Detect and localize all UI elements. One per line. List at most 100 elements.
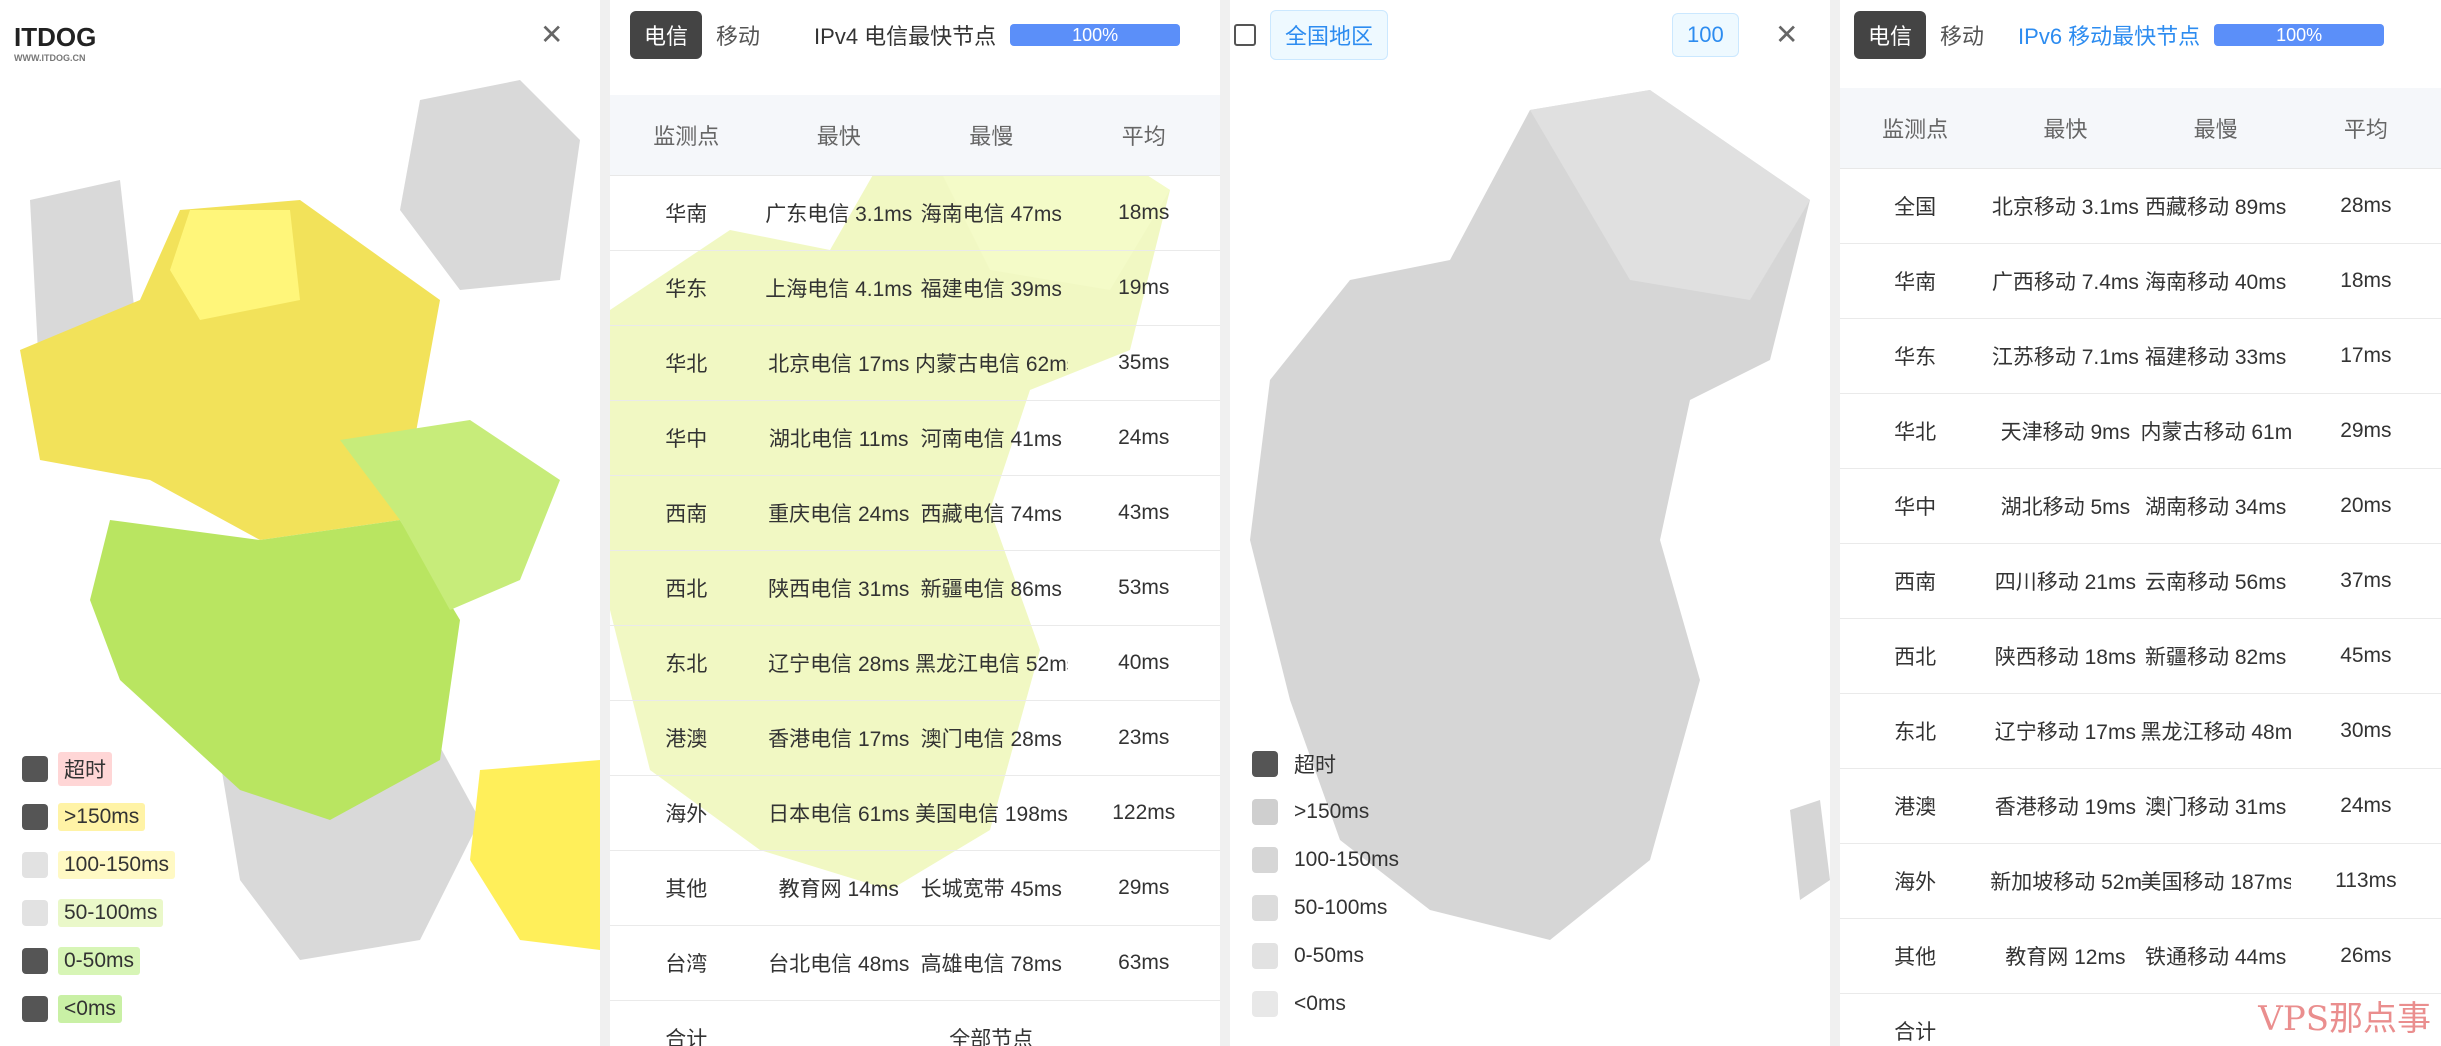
table-cell: 37ms [2340, 569, 2392, 592]
isp-select[interactable]: IPv4 电信最快节点 [814, 19, 996, 51]
table-cell: 华南 [1894, 271, 1937, 294]
logo: ITDOG WWW.ITDOG.CN [14, 22, 96, 63]
table-cell: 17ms [2340, 344, 2392, 367]
table-row[interactable]: 港澳 香港电信 17ms 澳门电信 28ms 23ms [610, 701, 1220, 776]
map-legend: 超时 >150ms 100-150ms 50-100ms 0-50ms <0ms [22, 745, 176, 1033]
table-row[interactable]: 港澳 香港移动 19ms 澳门移动 31ms 24ms [1840, 769, 2441, 844]
table-cell: 内蒙古移动 61ms [2140, 421, 2291, 444]
tab-telecom[interactable]: 电信 [630, 11, 703, 59]
table-cell: 北京电信 17ms [768, 353, 910, 376]
table-row[interactable]: 华中 湖北电信 11ms 河南电信 41ms 24ms [610, 401, 1220, 476]
table-row[interactable]: 华中 湖北移动 5ms 湖南移动 34ms 20ms [1840, 469, 2441, 544]
column-header[interactable]: 平均 [1068, 119, 1221, 151]
region-selector[interactable]: 全国地区 [1270, 10, 1389, 60]
table-cell: 35ms [1118, 351, 1170, 374]
legend-swatch [22, 804, 48, 830]
column-header[interactable]: 最慢 [915, 119, 1068, 151]
table-row[interactable]: 华南 广西移动 7.4ms 海南移动 40ms 18ms [1840, 244, 2441, 319]
tab-mobile[interactable]: 移动 [716, 19, 760, 51]
legend-label: 超时 [58, 752, 112, 786]
table-row[interactable]: 华南 广东电信 3.1ms 海南电信 47ms 18ms [610, 176, 1220, 251]
table-cell: 陕西电信 31ms [768, 578, 910, 601]
isp-select[interactable]: IPv6 移动最快节点 [2018, 19, 2200, 51]
table-row[interactable]: 其他 教育网 14ms 长城宽带 45ms 29ms [610, 851, 1220, 926]
table-cell: 台湾 [665, 953, 708, 976]
map-legend: 超时 >150ms 100-150ms 50-100ms 0-50ms <0ms [1252, 740, 1405, 1028]
table-cell: 湖南移动 34ms [2145, 496, 2287, 519]
map-toolbar: 全国地区 100 [1230, 0, 1830, 70]
table-cell: 24ms [2340, 794, 2392, 817]
table-row[interactable]: 其他 教育网 12ms 铁通移动 44ms 26ms [1840, 919, 2441, 994]
table-row[interactable]: 西南 四川移动 21ms 云南移动 56ms 37ms [1840, 544, 2441, 619]
close-icon[interactable]: ✕ [540, 18, 563, 51]
legend-swatch [22, 996, 48, 1022]
table-cell: 黑龙江移动 48ms [2140, 721, 2291, 744]
table-cell: 18ms [2340, 269, 2392, 292]
panel-divider [600, 0, 610, 1046]
table-body: 全国 北京移动 3.1ms 西藏移动 89ms 28ms 华南 广西移动 7.4ms 海南移… [1840, 169, 2441, 994]
legend-item: >150ms [22, 793, 175, 841]
tab-mobile[interactable]: 移动 [1940, 19, 1984, 51]
legend-swatch [1252, 847, 1278, 873]
table-row[interactable]: 西南 重庆电信 24ms 西藏电信 74ms 43ms [610, 476, 1220, 551]
table-cell: 重庆电信 24ms [768, 503, 910, 526]
table-row[interactable]: 华北 北京电信 17ms 内蒙古电信 62ms 35ms [610, 326, 1220, 401]
close-icon[interactable]: ✕ [1775, 18, 1798, 51]
table-cell: 美国电信 198ms [915, 803, 1068, 826]
column-header[interactable]: 监测点 [1840, 112, 1990, 144]
column-header[interactable]: 最快 [763, 119, 916, 151]
table-cell: 河南电信 41ms [920, 428, 1062, 451]
table-cell: 华北 [1894, 421, 1937, 444]
table-cell: 西藏移动 89ms [2145, 196, 2287, 219]
table-row[interactable]: 海外 日本电信 61ms 美国电信 198ms 122ms [610, 776, 1220, 851]
progress-bar: 100% [1010, 24, 1181, 46]
table-cell: 53ms [1118, 576, 1170, 599]
table-cell: 福建移动 33ms [2145, 346, 2287, 369]
table-cell: 广东电信 3.1ms [765, 203, 913, 226]
table-row[interactable]: 海外 新加坡移动 52ms 美国移动 187ms 113ms [1840, 844, 2441, 919]
table-cell: 43ms [1118, 501, 1170, 524]
table-row[interactable]: 全国 北京移动 3.1ms 西藏移动 89ms 28ms [1840, 169, 2441, 244]
table-cell: 西北 [1894, 646, 1937, 669]
column-header[interactable]: 最快 [1990, 112, 2140, 144]
table-cell: 湖北移动 5ms [2000, 496, 2131, 519]
column-header[interactable]: 最慢 [2141, 112, 2291, 144]
legend-item: 50-100ms [22, 889, 175, 937]
legend-swatch [1252, 991, 1278, 1017]
table-row[interactable]: 东北 辽宁电信 28ms 黑龙江电信 52ms 40ms [610, 626, 1220, 701]
tab-telecom[interactable]: 电信 [1854, 11, 1927, 59]
legend-item: 0-50ms [22, 937, 175, 985]
table-cell: 海南电信 47ms [920, 203, 1062, 226]
table-cell: 美国移动 187ms [2140, 871, 2291, 894]
table-cell: 台北电信 48ms [768, 953, 910, 976]
table-cell: 华北 [665, 353, 708, 376]
progress-label: 100% [1072, 25, 1119, 45]
table-cell: 云南移动 56ms [2145, 571, 2287, 594]
footer-right[interactable]: 全部节点 [915, 1023, 1068, 1046]
table-cell: 湖北电信 11ms [768, 428, 909, 451]
table-row[interactable]: 华东 江苏移动 7.1ms 福建移动 33ms 17ms [1840, 319, 2441, 394]
table-row[interactable]: 台湾 台北电信 48ms 高雄电信 78ms 63ms [610, 926, 1220, 1001]
toggle-icon[interactable] [1234, 24, 1256, 46]
map-region-yunnan [470, 760, 600, 950]
results-panel-telecom: 电信 移动 IPv4 电信最快节点 100% 监测点 最快 最慢 平均 华南 广东… [610, 0, 1220, 1046]
table-cell: 辽宁移动 17ms [1994, 721, 2136, 744]
table-cell: 港澳 [1894, 796, 1937, 819]
table-cell: 西藏电信 74ms [920, 503, 1062, 526]
results-table: 监测点 最快 最慢 平均 全国 北京移动 3.1ms 西藏移动 89ms 28ms 华南… [1840, 88, 2441, 1046]
table-row[interactable]: 华北 天津移动 9ms 内蒙古移动 61ms 29ms [1840, 394, 2441, 469]
table-cell: 新疆移动 82ms [2145, 646, 2287, 669]
legend-item: 超时 [1252, 740, 1405, 788]
table-row[interactable]: 东北 辽宁移动 17ms 黑龙江移动 48ms 30ms [1840, 694, 2441, 769]
table-cell: 122ms [1112, 801, 1176, 824]
column-header[interactable]: 平均 [2291, 112, 2441, 144]
table-row[interactable]: 西北 陕西移动 18ms 新疆移动 82ms 45ms [1840, 619, 2441, 694]
results-panel-mobile: 电信 移动 IPv6 移动最快节点 100% 监测点 最快 最慢 平均 全国 北京… [1840, 0, 2441, 1046]
table-row[interactable]: 华东 上海电信 4.1ms 福建电信 39ms 19ms [610, 251, 1220, 326]
toolbar: 电信 移动 IPv6 移动最快节点 100% [1854, 0, 2441, 70]
legend-label: 0-50ms [1294, 944, 1365, 967]
legend-label: >150ms [1294, 800, 1370, 823]
column-header[interactable]: 监测点 [610, 119, 763, 151]
table-row[interactable]: 西北 陕西电信 31ms 新疆电信 86ms 53ms [610, 551, 1220, 626]
table-cell: 华东 [1894, 346, 1937, 369]
